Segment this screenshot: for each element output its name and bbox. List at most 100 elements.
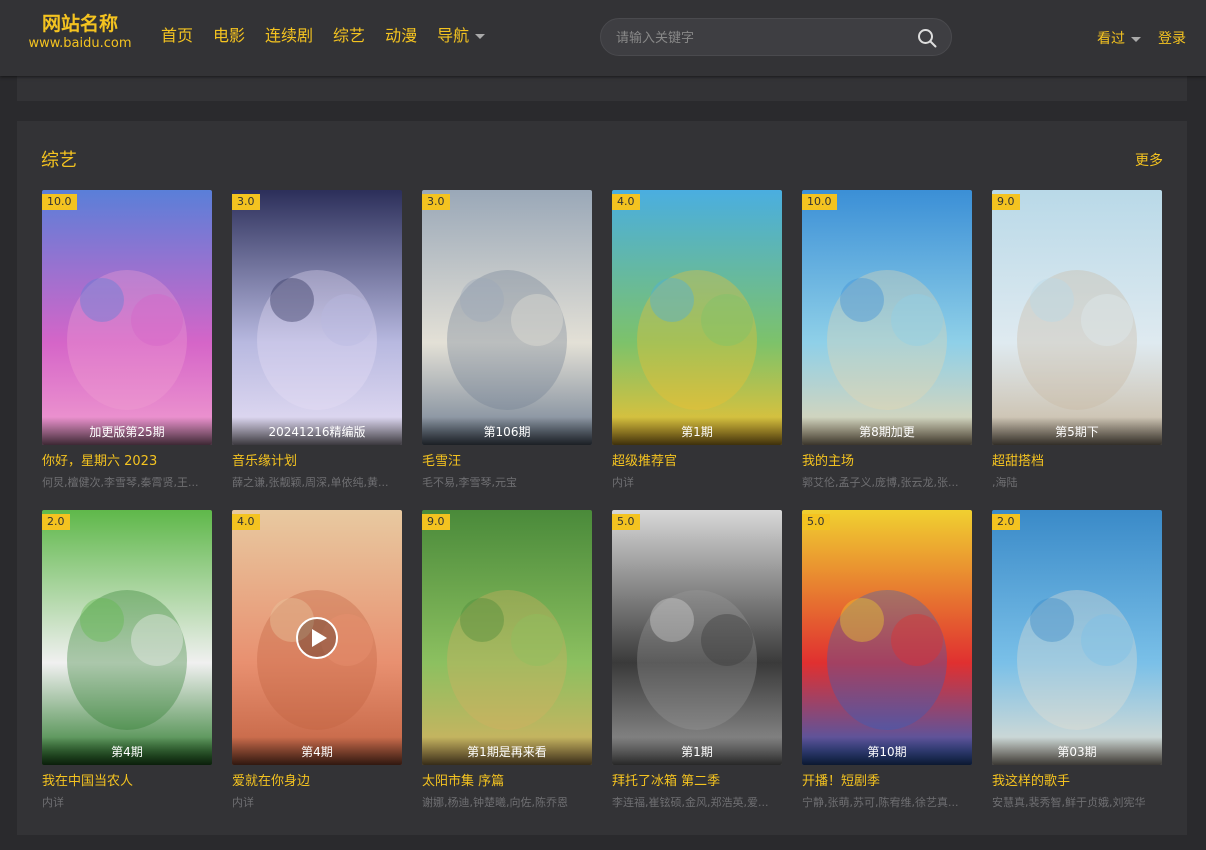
card-cast: 宁静,张萌,苏可,陈宥维,徐艺真... bbox=[802, 796, 959, 809]
episode-label: 第8期加更 bbox=[802, 417, 972, 445]
rating-badge: 3.0 bbox=[232, 194, 260, 210]
rating-badge: 10.0 bbox=[802, 194, 837, 210]
nav-movie[interactable]: 电影 bbox=[213, 25, 245, 47]
video-card[interactable]: 3.0 第106期毛雪汪毛不易,李雪琴,元宝 bbox=[422, 190, 592, 491]
rating-badge: 5.0 bbox=[802, 514, 830, 530]
card-cast: 毛不易,李雪琴,元宝 bbox=[422, 476, 517, 489]
site-logo[interactable]: 网站名称 www.baidu.com bbox=[24, 12, 136, 52]
poster-image[interactable]: 4.0 第4期 bbox=[232, 510, 402, 765]
card-cast: 内详 bbox=[612, 476, 634, 489]
episode-label: 第4期 bbox=[232, 737, 402, 765]
video-card[interactable]: 9.0 第1期是再来看太阳市集 序篇谢娜,杨迪,钟楚曦,向佐,陈乔恩 bbox=[422, 510, 592, 811]
poster-image[interactable]: 9.0 第5期下 bbox=[992, 190, 1162, 445]
card-cast: 薛之谦,张靓颖,周深,单依纯,黄... bbox=[232, 476, 389, 489]
main-nav: 首页 电影 连续剧 综艺 动漫 导航 bbox=[161, 25, 505, 47]
card-title[interactable]: 我在中国当农人 bbox=[42, 773, 212, 791]
logo-url: www.baidu.com bbox=[28, 36, 132, 51]
poster-image[interactable]: 10.0 加更版第25期 bbox=[42, 190, 212, 445]
poster-image[interactable]: 2.0 第4期 bbox=[42, 510, 212, 765]
card-title[interactable]: 我这样的歌手 bbox=[992, 773, 1162, 791]
video-card[interactable]: 4.0 第1期超级推荐官内详 bbox=[612, 190, 782, 491]
rating-badge: 9.0 bbox=[422, 514, 450, 530]
card-title[interactable]: 拜托了冰箱 第二季 bbox=[612, 773, 782, 791]
video-card[interactable]: 4.0 第4期爱就在你身边内详 bbox=[232, 510, 402, 811]
poster-image[interactable]: 5.0 第1期 bbox=[612, 510, 782, 765]
search-input[interactable] bbox=[616, 28, 906, 48]
history-label: 看过 bbox=[1097, 31, 1125, 47]
rating-badge: 9.0 bbox=[992, 194, 1020, 210]
episode-label: 第106期 bbox=[422, 417, 592, 445]
poster-image[interactable]: 4.0 第1期 bbox=[612, 190, 782, 445]
card-cast: 内详 bbox=[42, 796, 64, 809]
poster-art bbox=[42, 510, 212, 765]
rating-badge: 4.0 bbox=[232, 514, 260, 530]
rating-badge: 2.0 bbox=[992, 514, 1020, 530]
episode-label: 加更版第25期 bbox=[42, 417, 212, 445]
poster-image[interactable]: 10.0 第8期加更 bbox=[802, 190, 972, 445]
card-title[interactable]: 音乐缘计划 bbox=[232, 453, 402, 471]
logo-title: 网站名称 bbox=[41, 13, 118, 35]
rating-badge: 2.0 bbox=[42, 514, 70, 530]
nav-guide-label: 导航 bbox=[437, 26, 470, 45]
variety-section: 综艺 更多 10.0 加更版第25期你好，星期六 2023 何炅,檀健次,李雪琴,秦… bbox=[17, 121, 1187, 835]
card-cast: 郭艾伦,孟子义,庞博,张云龙,张... bbox=[802, 476, 959, 489]
card-title[interactable]: 爱就在你身边 bbox=[232, 773, 402, 791]
more-link[interactable]: 更多 bbox=[1135, 150, 1163, 170]
search-icon[interactable] bbox=[917, 28, 937, 48]
card-cast: ,海陆 bbox=[992, 476, 1018, 489]
card-cast: 何炅,檀健次,李雪琴,秦霄贤,王... bbox=[42, 476, 199, 489]
episode-label: 第4期 bbox=[42, 737, 212, 765]
video-card[interactable]: 10.0 第8期加更我的主场郭艾伦,孟子义,庞博,张云龙,张... bbox=[802, 190, 972, 491]
previous-section-panel bbox=[17, 76, 1187, 101]
nav-guide[interactable]: 导航 bbox=[437, 25, 486, 47]
poster-image[interactable]: 9.0 第1期是再来看 bbox=[422, 510, 592, 765]
episode-label: 第1期是再来看 bbox=[422, 737, 592, 765]
poster-image[interactable]: 5.0 第10期 bbox=[802, 510, 972, 765]
poster-art bbox=[992, 190, 1162, 445]
nav-variety[interactable]: 综艺 bbox=[333, 25, 365, 47]
chevron-down-icon bbox=[1131, 36, 1141, 42]
episode-label: 第5期下 bbox=[992, 417, 1162, 445]
card-cast: 谢娜,杨迪,钟楚曦,向佐,陈乔恩 bbox=[422, 796, 568, 809]
nav-home[interactable]: 首页 bbox=[161, 25, 193, 47]
poster-art bbox=[232, 190, 402, 445]
video-card[interactable]: 2.0 第03期我这样的歌手安慧真,裴秀智,鲜于贞娥,刘宪华 bbox=[992, 510, 1162, 811]
chevron-down-icon bbox=[475, 34, 486, 39]
card-title[interactable]: 毛雪汪 bbox=[422, 453, 592, 471]
episode-label: 20241216精编版 bbox=[232, 417, 402, 445]
poster-art bbox=[422, 510, 592, 765]
nav-anime[interactable]: 动漫 bbox=[385, 25, 417, 47]
rating-badge: 10.0 bbox=[42, 194, 77, 210]
poster-art bbox=[992, 510, 1162, 765]
video-card[interactable]: 5.0 第1期拜托了冰箱 第二季李连福,崔铉硕,金风,郑浩英,爱... bbox=[612, 510, 782, 811]
history-menu[interactable]: 看过 bbox=[1097, 28, 1141, 48]
poster-art bbox=[802, 190, 972, 445]
video-card[interactable]: 3.0 20241216精编版音乐缘计划薛之谦,张靓颖,周深,单依纯,黄... bbox=[232, 190, 402, 491]
card-title[interactable]: 超甜搭档 bbox=[992, 453, 1162, 471]
card-title[interactable]: 你好，星期六 2023 bbox=[42, 453, 212, 471]
card-cast: 安慧真,裴秀智,鲜于贞娥,刘宪华 bbox=[992, 796, 1146, 809]
video-card[interactable]: 10.0 加更版第25期你好，星期六 2023 何炅,檀健次,李雪琴,秦霄贤,王..… bbox=[42, 190, 212, 491]
video-card[interactable]: 5.0 第10期开播！短剧季宁静,张萌,苏可,陈宥维,徐艺真... bbox=[802, 510, 972, 811]
poster-art bbox=[612, 510, 782, 765]
play-icon[interactable] bbox=[295, 616, 339, 660]
card-title[interactable]: 太阳市集 序篇 bbox=[422, 773, 592, 791]
rating-badge: 4.0 bbox=[612, 194, 640, 210]
video-card[interactable]: 9.0 第5期下超甜搭档 ,海陆 bbox=[992, 190, 1162, 491]
card-cast: 内详 bbox=[232, 796, 254, 809]
episode-label: 第03期 bbox=[992, 737, 1162, 765]
card-title[interactable]: 开播！短剧季 bbox=[802, 773, 972, 791]
card-cast: 李连福,崔铉硕,金风,郑浩英,爱... bbox=[612, 796, 769, 809]
section-title: 综艺 bbox=[41, 150, 77, 171]
card-title[interactable]: 我的主场 bbox=[802, 453, 972, 471]
poster-image[interactable]: 3.0 20241216精编版 bbox=[232, 190, 402, 445]
top-navigation-bar: 网站名称 www.baidu.com 首页 电影 连续剧 综艺 动漫 导航 看过… bbox=[0, 0, 1206, 76]
card-title[interactable]: 超级推荐官 bbox=[612, 453, 782, 471]
nav-series[interactable]: 连续剧 bbox=[265, 25, 313, 47]
rating-badge: 5.0 bbox=[612, 514, 640, 530]
poster-image[interactable]: 3.0 第106期 bbox=[422, 190, 592, 445]
search-box bbox=[600, 18, 952, 56]
login-link[interactable]: 登录 bbox=[1158, 28, 1186, 48]
video-card[interactable]: 2.0 第4期我在中国当农人内详 bbox=[42, 510, 212, 811]
poster-image[interactable]: 2.0 第03期 bbox=[992, 510, 1162, 765]
